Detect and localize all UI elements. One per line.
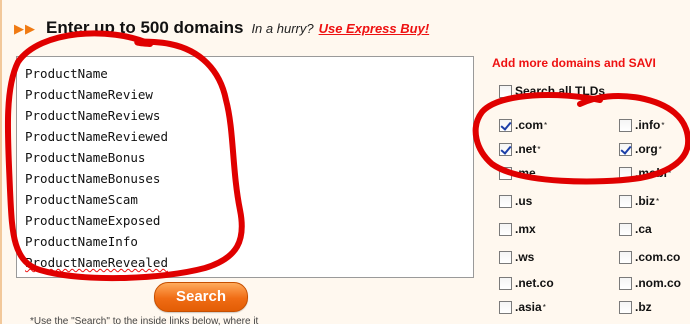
tld-label: .com [515, 118, 544, 132]
tld-label: .nom.co [635, 276, 682, 290]
page-title: Enter up to 500 domains [46, 18, 244, 37]
checkbox-icon[interactable] [619, 276, 632, 290]
tld-label: .info [635, 118, 661, 132]
domain-line: ProductNameExposed [25, 213, 161, 228]
domain-list-textarea[interactable]: ProductName ProductNameReview ProductNam… [16, 56, 474, 278]
tld-label: .bz [635, 300, 652, 314]
tld-label: .mobi [635, 166, 667, 180]
footnote: *Use the "Search" to the inside links be… [30, 316, 259, 327]
checkbox-icon[interactable] [619, 142, 632, 156]
domain-line: ProductNameScam [25, 192, 138, 207]
checkbox-icon[interactable] [619, 166, 632, 180]
domain-search-panel: ▶▶ Enter up to 500 domains In a hurry? U… [0, 0, 690, 327]
tld-label: .org [635, 142, 658, 156]
checkbox-icon[interactable] [499, 84, 512, 98]
domain-line: ProductNameBonus [25, 150, 146, 165]
domain-line: ProductNameRevealed [25, 255, 168, 270]
tld-checkbox-net[interactable]: .net * [499, 142, 540, 156]
domain-line: ProductNameReview [25, 87, 153, 102]
checkbox-icon[interactable] [499, 194, 512, 208]
tld-checkbox-ca[interactable]: .ca [619, 222, 653, 236]
tld-star: * [656, 196, 660, 206]
tld-label: .mx [515, 222, 536, 236]
tld-checkbox-org[interactable]: .org * [619, 142, 662, 156]
tld-label: .biz [635, 194, 655, 208]
checkbox-icon[interactable] [499, 276, 512, 290]
domain-line: ProductNameReviewed [25, 129, 168, 144]
tld-checkbox-net-co[interactable]: .net.co [499, 276, 555, 290]
tld-checkbox-asia[interactable]: .asia * [499, 300, 546, 314]
tld-star: * [661, 120, 665, 130]
tld-checkbox-ws[interactable]: .ws [499, 250, 535, 264]
tld-checkbox-biz[interactable]: .biz * [619, 194, 659, 208]
tld-star: * [668, 168, 672, 178]
search-button[interactable]: Search [154, 282, 248, 312]
checkbox-icon[interactable] [619, 118, 632, 132]
tld-star: * [537, 144, 541, 154]
tld-label: .net.co [515, 276, 554, 290]
domain-line: ProductNameBonuses [25, 171, 161, 186]
tld-checkbox-com-co[interactable]: .com.co [619, 250, 681, 264]
tld-label: .us [515, 194, 533, 208]
tld-checkbox-nom-co[interactable]: .nom.co [619, 276, 682, 290]
checkbox-icon[interactable] [499, 250, 512, 264]
express-buy-link[interactable]: Use Express Buy! [319, 21, 430, 36]
hurry-text: In a hurry? [251, 21, 314, 36]
checkbox-icon[interactable] [499, 222, 512, 236]
tld-checkbox-info[interactable]: .info * [619, 118, 664, 132]
search-all-tlds-label: Search all TLDs [515, 84, 606, 98]
checkbox-icon[interactable] [499, 142, 512, 156]
tld-checkbox-mobi[interactable]: .mobi * [619, 166, 671, 180]
tld-star: * [542, 302, 546, 312]
add-more-domains-heading: Add more domains and SAVI [492, 56, 656, 70]
checkbox-icon[interactable] [619, 194, 632, 208]
checkbox-icon[interactable] [619, 300, 632, 314]
checkbox-icon[interactable] [499, 166, 512, 180]
search-all-tlds-checkbox[interactable]: Search all TLDs [499, 84, 605, 98]
tld-star: * [658, 144, 662, 154]
domain-line: ProductNameReviews [25, 108, 161, 123]
checkbox-icon[interactable] [619, 222, 632, 236]
tld-label: .ws [515, 250, 535, 264]
tld-label: .asia [515, 300, 542, 314]
tld-checkbox-me[interactable]: .me [499, 166, 537, 180]
checkbox-icon[interactable] [499, 300, 512, 314]
header-row: ▶▶ Enter up to 500 domains In a hurry? U… [14, 18, 690, 40]
tld-checkbox-us[interactable]: .us [499, 194, 533, 208]
tld-label: .ca [635, 222, 652, 236]
tld-label: .net [515, 142, 537, 156]
checkbox-icon[interactable] [619, 250, 632, 264]
tld-checkbox-mx[interactable]: .mx [499, 222, 537, 236]
domain-line: ProductName [25, 66, 108, 81]
tld-label: .com.co [635, 250, 681, 264]
domain-line: ProductNameInfo [25, 234, 138, 249]
tld-checkbox-com[interactable]: .com * [499, 118, 547, 132]
tld-label: .me [515, 166, 536, 180]
double-arrow-right-icon: ▶▶ [14, 21, 36, 36]
tld-checkbox-bz[interactable]: .bz [619, 300, 653, 314]
tld-star: * [544, 120, 548, 130]
checkbox-icon[interactable] [499, 118, 512, 132]
